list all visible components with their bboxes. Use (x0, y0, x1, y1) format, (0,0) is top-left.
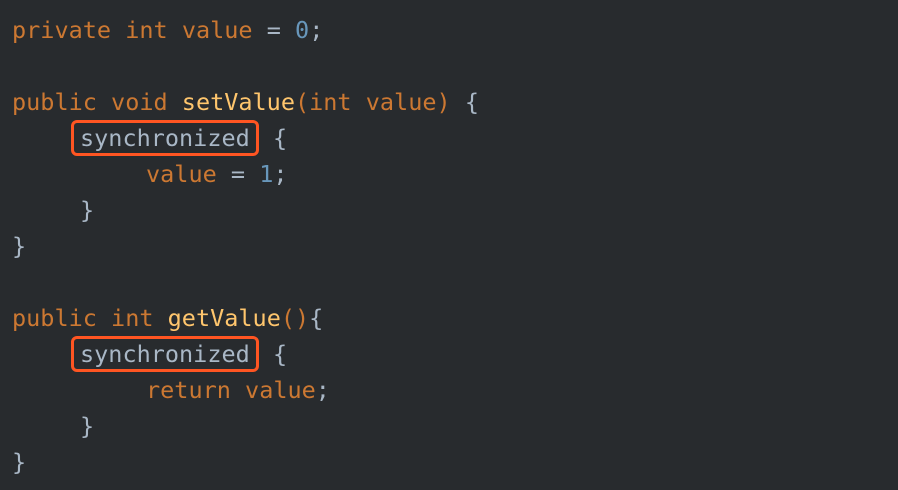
code-line-7: } (12, 228, 898, 264)
code-line-12: } (12, 408, 898, 444)
brace-open: { (272, 124, 288, 152)
code-line-4: synchronized { (12, 120, 898, 156)
field-value: value (245, 376, 316, 404)
keyword-int: int (309, 88, 352, 116)
paren-close: ) (436, 88, 451, 116)
code-line-10: synchronized { (12, 336, 898, 372)
number-literal: 1 (259, 160, 274, 188)
semicolon: ; (309, 16, 324, 44)
semicolon: ; (315, 376, 330, 404)
field-value: value (146, 160, 217, 188)
code-line-13: } (12, 444, 898, 480)
number-literal: 0 (295, 16, 310, 44)
keyword-int: int (111, 304, 154, 332)
brace-close: } (12, 448, 27, 476)
brace-open: { (272, 340, 288, 368)
code-line-11: return value; (12, 372, 898, 408)
method-name-setvalue: setValue (181, 88, 295, 116)
method-name-getvalue: getValue (167, 304, 281, 332)
keyword-public: public (12, 304, 97, 332)
field-value: value (181, 16, 253, 44)
code-line-5: value = 1; (12, 156, 898, 192)
brace-open: { (464, 88, 479, 116)
keyword-void: void (111, 88, 168, 116)
code-editor[interactable]: private int value = 0; public void setVa… (0, 0, 898, 490)
brace-open: { (309, 304, 324, 332)
operator-assign: = (230, 160, 246, 188)
brace-close: } (12, 232, 27, 260)
code-line-9: public int getValue(){ (12, 300, 898, 336)
brace-close: } (80, 196, 95, 224)
parens: () (280, 304, 310, 332)
code-line-3: public void setValue(int value) { (12, 84, 898, 120)
operator-assign: = (266, 16, 281, 44)
keyword-public: public (12, 88, 97, 116)
paren-open: ( (294, 88, 310, 116)
keyword-int: int (125, 16, 168, 44)
code-line-6: } (12, 192, 898, 228)
brace-close: } (80, 412, 95, 440)
highlighted-synchronized: synchronized (71, 336, 259, 372)
keyword-return: return (146, 376, 231, 404)
semicolon: ; (273, 160, 288, 188)
param-value: value (365, 88, 437, 116)
highlighted-synchronized: synchronized (71, 120, 259, 156)
keyword-private: private (12, 16, 112, 44)
code-line-1: private int value = 0; (12, 12, 898, 48)
